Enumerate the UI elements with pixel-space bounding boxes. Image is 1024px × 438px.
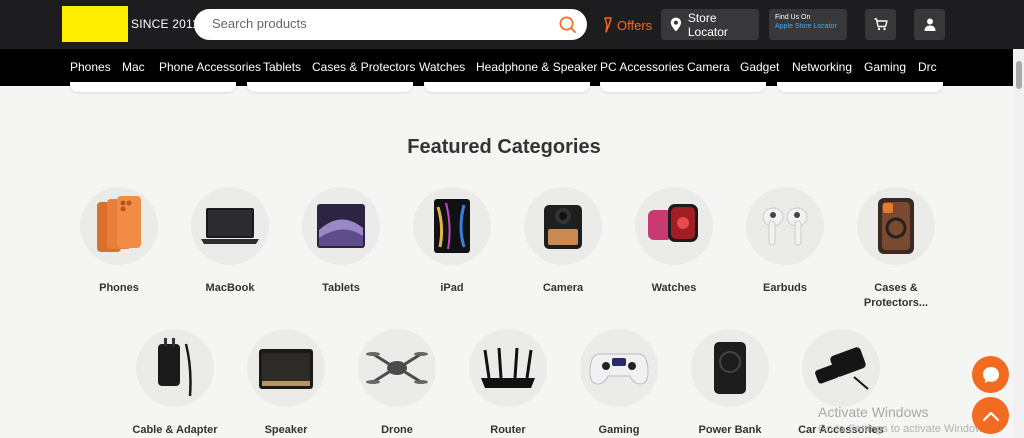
tablets-icon — [317, 204, 365, 248]
location-pin-icon — [670, 17, 682, 32]
product-card[interactable] — [424, 82, 590, 92]
featured-categories-title: Featured Categories — [407, 136, 601, 158]
chevron-up-icon — [982, 411, 999, 421]
earbuds-icon — [762, 207, 808, 246]
category-label: Camera — [542, 282, 584, 294]
search-icon[interactable] — [558, 15, 577, 34]
find-us-on-label: Find Us On — [775, 14, 811, 21]
car-accessories-icon — [815, 347, 869, 390]
account-button[interactable] — [914, 9, 945, 40]
nav-item-networking[interactable]: Networking — [792, 60, 852, 74]
site-logo[interactable] — [62, 6, 128, 42]
nav-item-phones[interactable]: Phones — [70, 60, 111, 74]
category-image — [691, 329, 769, 407]
category-image — [469, 329, 547, 407]
nav-item-cases-protectors[interactable]: Cases & Protectors — [312, 60, 415, 74]
category-label: Speaker — [264, 424, 308, 436]
category-label: Cable & Adapter — [132, 424, 218, 436]
apple-store-locator-label: Apple Store Locator — [775, 23, 837, 30]
category-label: Watches — [651, 282, 697, 294]
category-image — [358, 329, 436, 407]
category-image — [413, 187, 491, 265]
watches-icon — [648, 204, 698, 242]
store-locator-label: Store Locator — [687, 10, 728, 39]
main-nav: Phones Mac Phone Accessories Tablets Cas… — [0, 49, 1024, 86]
category-label: Cases & Protectors... — [863, 282, 929, 309]
nav-item-gaming[interactable]: Gaming — [864, 60, 906, 74]
nav-item-drone[interactable]: Drc — [918, 60, 937, 74]
ipad-icon — [434, 199, 470, 253]
page-scrollbar[interactable] — [1013, 49, 1024, 438]
camera-icon — [544, 205, 582, 249]
nav-item-headphone-speaker[interactable]: Headphone & Speaker — [476, 60, 597, 74]
category-image — [191, 187, 269, 265]
product-card[interactable] — [777, 82, 943, 92]
category-label: Tablets — [322, 282, 360, 294]
product-card[interactable] — [247, 82, 413, 92]
nav-item-camera[interactable]: Camera — [687, 60, 730, 74]
category-label: Drone — [381, 424, 413, 436]
nav-item-phone-accessories[interactable]: Phone Accessories — [159, 60, 261, 74]
nav-item-mac[interactable]: Mac — [122, 60, 145, 74]
offers-link[interactable]: Offers — [603, 15, 652, 35]
activate-windows-subtitle: Go to Settings to activate Windows. — [818, 423, 992, 435]
product-card-strip — [0, 82, 1024, 92]
category-image — [580, 329, 658, 407]
category-image — [80, 187, 158, 265]
cart-button[interactable] — [865, 9, 896, 40]
top-header: SINCE 2011 Offers Store Locator Find Us … — [0, 0, 1024, 49]
category-image — [524, 187, 602, 265]
scrollbar-thumb[interactable] — [1016, 61, 1022, 89]
category-image — [857, 187, 935, 265]
activate-windows-title: Activate Windows — [818, 404, 929, 420]
offers-icon — [604, 17, 612, 33]
since-label: SINCE 2011 — [131, 17, 199, 31]
category-image — [802, 329, 880, 407]
category-image — [247, 329, 325, 407]
drone-icon — [366, 352, 428, 384]
nav-item-tablets[interactable]: Tablets — [263, 60, 301, 74]
category-label: MacBook — [205, 282, 255, 294]
chat-bubble-icon — [982, 366, 999, 383]
product-card[interactable] — [70, 82, 236, 92]
cases-icon — [878, 198, 914, 254]
product-card[interactable] — [600, 82, 766, 92]
category-label: Phones — [99, 282, 139, 294]
category-label: Gaming — [598, 424, 640, 436]
chat-button[interactable] — [972, 356, 1009, 393]
category-image — [136, 329, 214, 407]
category-image — [635, 187, 713, 265]
nav-item-pc-accessories[interactable]: PC Accessories — [600, 60, 684, 74]
cart-icon — [874, 18, 888, 31]
speaker-icon — [259, 349, 313, 389]
offers-label: Offers — [617, 17, 653, 33]
category-image — [746, 187, 824, 265]
search-bar[interactable] — [194, 9, 587, 40]
search-input[interactable] — [212, 16, 542, 31]
phones-icon — [97, 196, 141, 252]
nav-item-gadget[interactable]: Gadget — [740, 60, 779, 74]
category-label: Power Bank — [698, 424, 762, 436]
category-label: Router — [490, 424, 526, 436]
nav-item-watches[interactable]: Watches — [419, 60, 465, 74]
user-icon — [924, 18, 935, 31]
macbook-icon — [201, 208, 259, 244]
gaming-icon — [589, 353, 649, 385]
category-label: iPad — [440, 282, 464, 294]
category-label: Earbuds — [762, 282, 807, 294]
power-bank-icon — [714, 342, 746, 394]
cable-adapter-icon — [158, 338, 192, 397]
category-image — [302, 187, 380, 265]
scroll-to-top-button[interactable] — [972, 397, 1009, 434]
apple-store-locator-button[interactable]: Find Us On Apple Store Locator — [769, 9, 847, 40]
store-locator-button[interactable]: Store Locator — [661, 9, 759, 40]
router-icon — [481, 347, 535, 388]
